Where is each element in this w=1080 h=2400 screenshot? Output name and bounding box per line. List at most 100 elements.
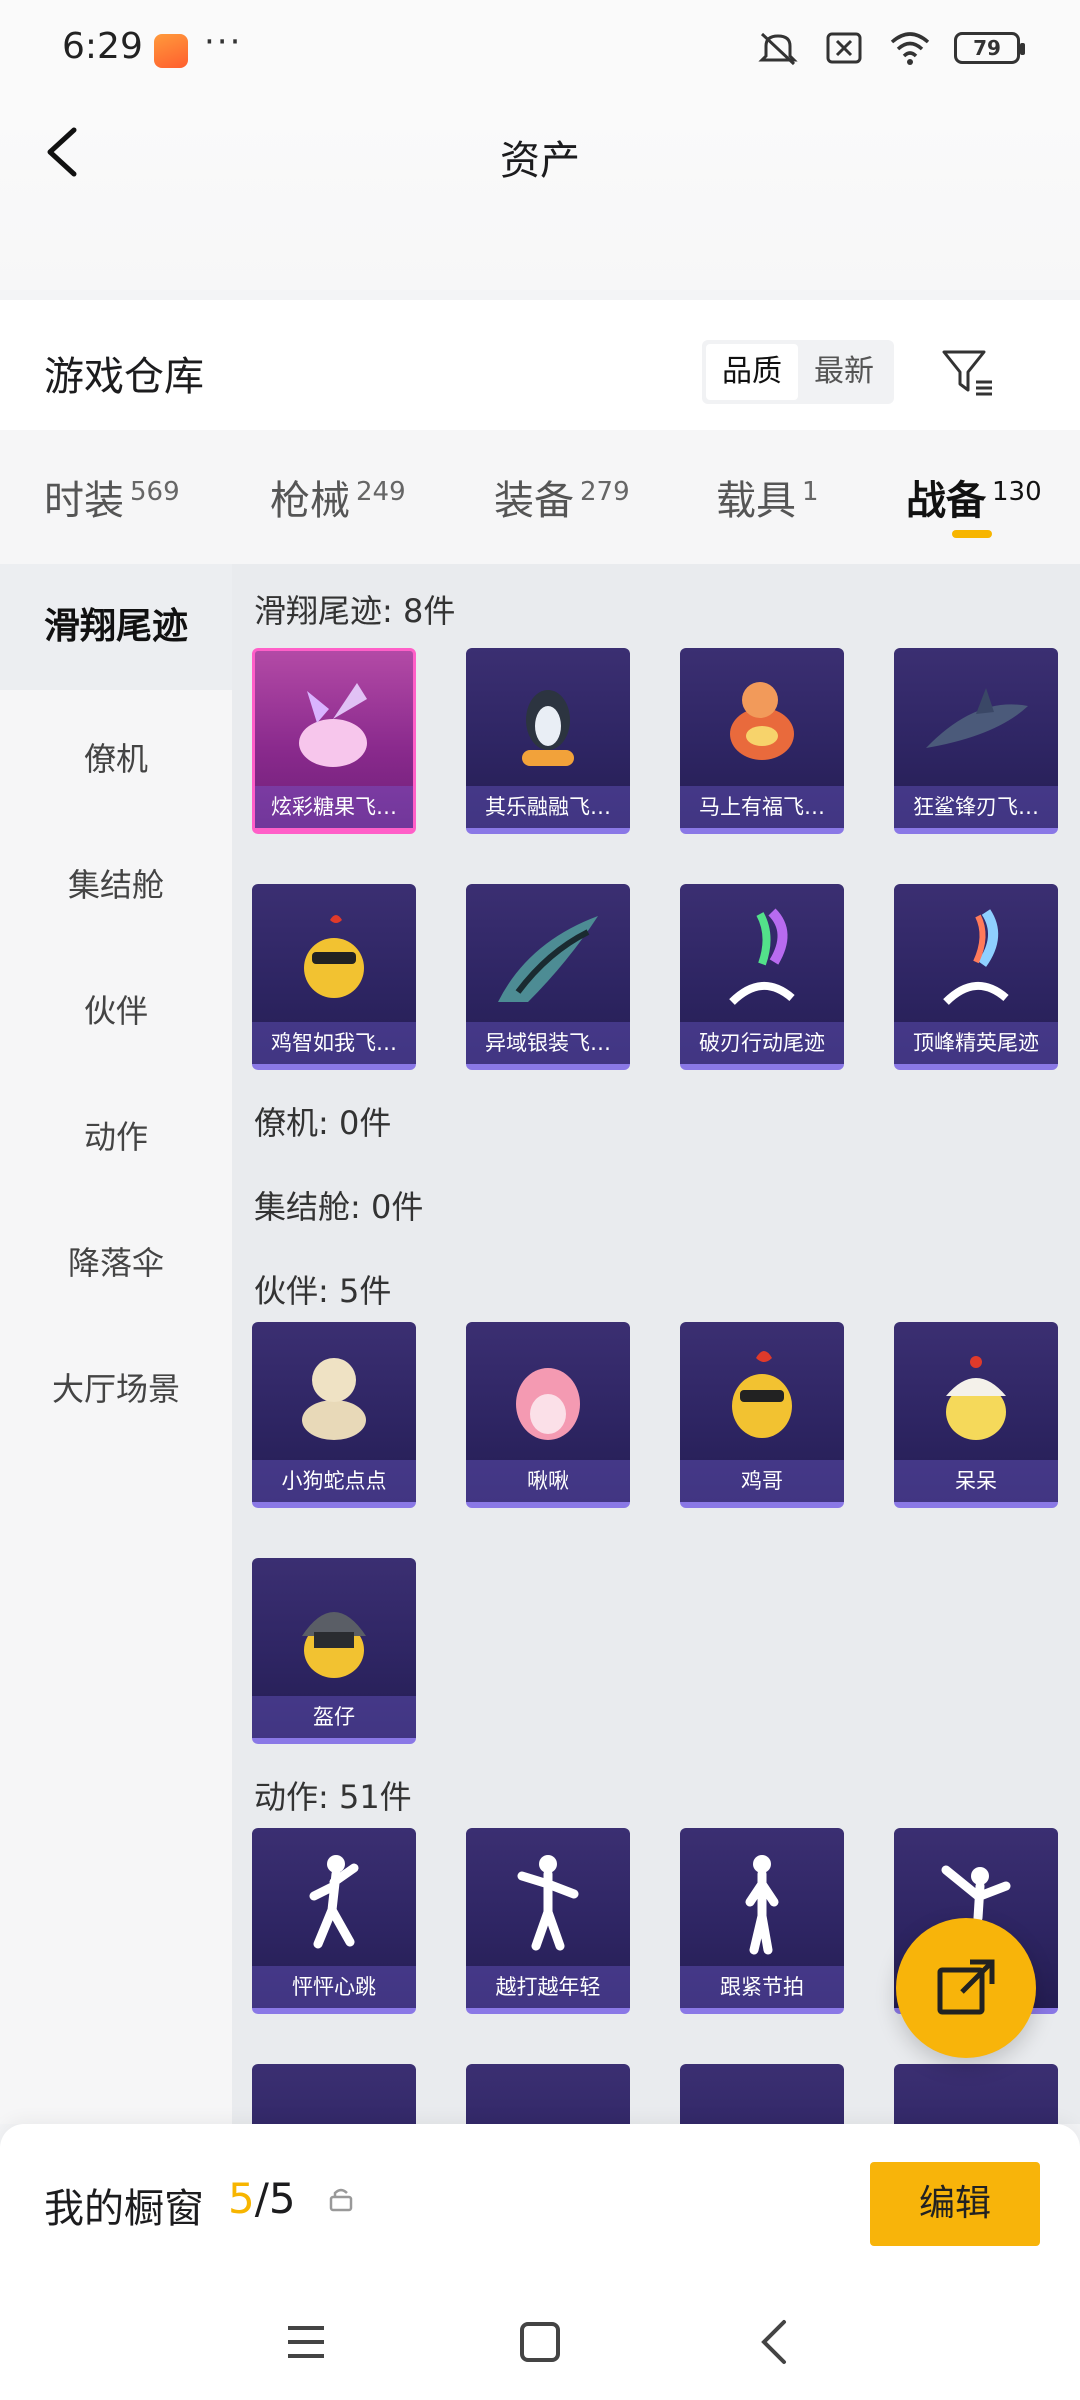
warehouse-title: 游戏仓库 — [44, 354, 204, 400]
status-bar: 6:29 ··· 79 — [0, 0, 1080, 100]
warehouse-header: 游戏仓库 品质 最新 — [0, 300, 1080, 430]
tab-weapons[interactable]: 枪械 249 — [270, 468, 406, 526]
item-name: 炫彩糖果飞… — [255, 786, 413, 828]
pink-bird-icon — [516, 1368, 580, 1440]
item-name: 异域银装飞… — [466, 1022, 630, 1064]
item-name: 啾啾 — [466, 1460, 630, 1502]
item-card[interactable]: 怦怦心跳 — [252, 1828, 416, 2014]
no-sim-icon — [826, 32, 862, 64]
dance-pose-icon — [745, 1855, 779, 1955]
sidebar-item-parachute[interactable]: 降落伞 — [0, 1238, 232, 1284]
section-title-emote: 动作: 51件 — [254, 1778, 412, 1816]
status-time: 6:29 — [62, 26, 143, 67]
dance-pose-icon — [517, 1855, 579, 1951]
external-link-icon — [937, 1959, 995, 2015]
tab-count: 130 — [992, 476, 1042, 507]
chicken-bro-icon — [732, 1351, 792, 1438]
item-card[interactable] — [252, 2064, 416, 2124]
item-card[interactable] — [894, 2064, 1058, 2124]
silver-wing-icon — [498, 916, 598, 1002]
item-card[interactable]: 破刃行动尾迹 — [680, 884, 844, 1070]
item-name: 破刃行动尾迹 — [680, 1022, 844, 1064]
sidebar-item-partner[interactable]: 伙伴 — [0, 986, 232, 1032]
item-card[interactable]: 鸡哥 — [680, 1322, 844, 1508]
item-name: 鸡智如我飞… — [252, 1022, 416, 1064]
tab-battle-prep[interactable]: 战备 130 — [906, 468, 1042, 526]
item-card[interactable]: 炫彩糖果飞… — [252, 648, 416, 834]
item-card[interactable]: 其乐融融飞… — [466, 648, 630, 834]
item-card[interactable]: 小狗蛇点点 — [252, 1322, 416, 1508]
item-name: 顶峰精英尾迹 — [894, 1022, 1058, 1064]
sidebar-item-wingman[interactable]: 僚机 — [0, 734, 232, 780]
snake-dog-icon — [302, 1358, 366, 1440]
tab-label: 枪械 — [270, 478, 350, 524]
tab-label: 载具 — [716, 478, 796, 524]
item-card[interactable]: 狂鲨锋刃飞… — [894, 648, 1058, 834]
item-card[interactable]: 异域银装飞… — [466, 884, 630, 1070]
tab-vehicles[interactable]: 载具 1 — [716, 468, 819, 526]
item-grid: 滑翔尾迹: 8件 炫彩糖果飞… 其乐融融飞… 马上有福飞… 狂鲨锋刃飞… 鸡智如… — [232, 564, 1080, 2124]
back-icon[interactable] — [748, 2314, 804, 2370]
section-title-partner: 伙伴: 5件 — [254, 1272, 392, 1310]
tab-equipment[interactable]: 装备 279 — [494, 468, 630, 526]
elite-trail-icon — [943, 909, 1009, 1005]
sort-quality-button[interactable]: 品质 — [706, 344, 798, 400]
item-name: 马上有福飞… — [680, 786, 844, 828]
menu-icon[interactable] — [278, 2314, 334, 2370]
chicken-glider-icon — [304, 915, 364, 998]
tab-count: 279 — [580, 476, 630, 507]
system-nav-bar — [0, 2284, 1080, 2400]
tab-label: 装备 — [494, 478, 574, 524]
tab-fashion[interactable]: 时装 569 — [44, 468, 180, 526]
filter-icon[interactable] — [940, 344, 996, 400]
item-card[interactable]: 呆呆 — [894, 1322, 1058, 1508]
sidebar: 滑翔尾迹 僚机 集结舱 伙伴 动作 降落伞 大厅场景 — [0, 564, 232, 2124]
header: 资产 — [0, 100, 1080, 290]
mute-icon — [758, 32, 798, 66]
sidebar-item-glide-trail[interactable]: 滑翔尾迹 — [0, 564, 232, 690]
dance-pose-icon — [309, 1855, 359, 1949]
shop-app-icon — [154, 34, 188, 68]
battery-indicator: 79 — [954, 32, 1025, 64]
showcase-label: 我的橱窗 — [44, 2186, 204, 2232]
showcase-bar: 我的橱窗 5/5 编辑 — [0, 2124, 1080, 2284]
item-name: 盔仔 — [252, 1696, 416, 1738]
wifi-icon — [890, 32, 930, 65]
helmet-chick-icon — [302, 1612, 366, 1678]
sidebar-item-emote[interactable]: 动作 — [0, 1112, 232, 1158]
item-name: 小狗蛇点点 — [252, 1460, 416, 1502]
tab-count: 569 — [130, 476, 180, 507]
item-card[interactable]: 盔仔 — [252, 1558, 416, 1744]
sidebar-item-capsule[interactable]: 集结舱 — [0, 860, 232, 906]
showcase-current: 5 — [228, 2174, 255, 2223]
home-icon[interactable] — [512, 2314, 568, 2370]
penguin-glider-icon — [522, 690, 574, 766]
candy-trail-icon — [299, 683, 367, 767]
item-name: 跟紧节拍 — [680, 1966, 844, 2008]
sidebar-item-lobby-scene[interactable]: 大厅场景 — [0, 1364, 232, 1410]
item-name: 狂鲨锋刃飞… — [894, 786, 1058, 828]
showcase-count: 5/5 — [228, 2174, 296, 2223]
item-card[interactable] — [680, 2064, 844, 2124]
item-card[interactable]: 跟紧节拍 — [680, 1828, 844, 2014]
item-card[interactable]: 越打越年轻 — [466, 1828, 630, 2014]
sort-toggle: 品质 最新 — [702, 340, 894, 404]
tab-count: 1 — [802, 476, 819, 507]
share-fab[interactable] — [896, 1918, 1036, 2058]
egg-chick-icon — [946, 1356, 1006, 1440]
shark-glider-icon — [926, 688, 1028, 748]
item-card[interactable]: 马上有福飞… — [680, 648, 844, 834]
item-card[interactable]: 啾啾 — [466, 1322, 630, 1508]
item-card[interactable]: 鸡智如我飞… — [252, 884, 416, 1070]
section-title-wingman: 僚机: 0件 — [254, 1104, 392, 1142]
active-tab-indicator — [952, 530, 992, 538]
tab-label: 时装 — [44, 478, 124, 524]
item-card[interactable] — [466, 2064, 630, 2124]
edit-button[interactable]: 编辑 — [870, 2162, 1040, 2246]
more-notifications-icon: ··· — [204, 22, 243, 62]
sort-newest-button[interactable]: 最新 — [798, 344, 890, 400]
item-card[interactable]: 顶峰精英尾迹 — [894, 884, 1058, 1070]
showcase-total: /5 — [254, 2174, 296, 2223]
item-name: 鸡哥 — [680, 1460, 844, 1502]
lock-icon — [329, 2188, 353, 2212]
